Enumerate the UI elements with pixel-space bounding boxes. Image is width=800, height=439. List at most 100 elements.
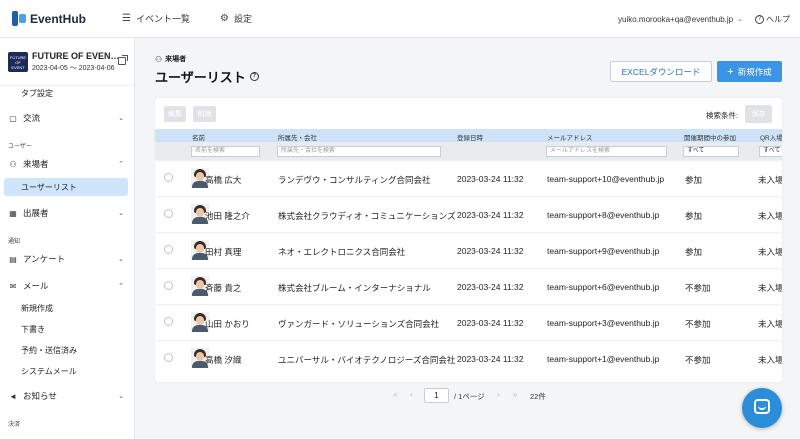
help-link[interactable]: ヘルプ (766, 14, 790, 25)
table-row[interactable]: 田村 真理 ネオ・エレクトロニクス合同会社 2023-03-24 11:32 team… (155, 232, 782, 268)
survey-icon: ▤ (9, 254, 17, 264)
sidebar-item-news[interactable]: ◄ お知らせ ⌄ (0, 387, 134, 405)
table-row[interactable]: 池田 隆之介 株式会社クラウディオ・コミュニケーションズ 2023-03-24 11… (155, 196, 782, 232)
table-row[interactable]: 高橋 広大 ランデヴウ・コンサルティング合同会社 2023-03-24 11:32 t… (155, 160, 782, 196)
sidebar-item-label: 下書き (21, 324, 45, 334)
table-row[interactable]: 山田 かおり ヴァンガード・ソリューションズ合同会社 2023-03-24 11:3… (155, 304, 782, 340)
list-icon: ☰ (122, 13, 131, 24)
last-page-button[interactable]: » (513, 390, 517, 399)
column-header-name[interactable]: 名前 (192, 132, 205, 142)
cell-qr: 未入場 (758, 283, 782, 293)
logo-text: EventHub (30, 11, 87, 26)
excel-download-button[interactable]: EXCELダウンロード (610, 61, 712, 82)
name-search-input[interactable]: 名前を検索 (191, 146, 260, 157)
sidebar-item-interaction[interactable]: ▢ 交流 ⌄ (0, 109, 134, 127)
sidebar: FUTURE OF EVENT FUTURE OF EVEN… 2023-04-… (0, 38, 135, 439)
cell-participation: 不参加 (685, 283, 711, 293)
help-icon: ? (755, 14, 764, 24)
first-page-button[interactable]: « (393, 390, 397, 399)
cell-email: team-support+8@eventhub.jp (547, 210, 660, 220)
sidebar-item-label: 出展者 (23, 208, 49, 218)
new-create-button[interactable]: + 新規作成 (717, 61, 782, 82)
user-table-card: 編集 削除 検索条件: 保存 名前 所属先・会社 登録日時 メールアドレス 開催… (155, 98, 782, 382)
event-thumbnail: FUTURE OF EVENT (8, 51, 28, 72)
row-select-radio[interactable] (164, 173, 173, 182)
sidebar-item-mail[interactable]: ✉ メール ⌃ (0, 277, 134, 295)
cell-qr: 未入場 (758, 355, 782, 365)
external-link-icon[interactable] (118, 55, 128, 65)
chevron-up-icon: ⌃ (118, 283, 124, 290)
company-search-input[interactable]: 所属先・会社を検索 (277, 146, 441, 157)
table-row[interactable]: 斉藤 貴之 株式会社ブルーム・インターナショナル 2023-03-24 11:32 t… (155, 268, 782, 304)
table-row[interactable]: 高橋 汐織 ユニバーサル・バイオテクノロジーズ合同会社 2023-03-24 11:… (155, 340, 782, 376)
sidebar-item-attendees[interactable]: ⚇ 来場者 ⌃ (0, 155, 134, 173)
sidebar-item-mail-scheduled[interactable]: 予約・送信済み (0, 341, 134, 359)
row-select-radio[interactable] (164, 317, 173, 326)
cell-email: team-support+1@eventhub.jp (547, 354, 660, 364)
page-number-input[interactable]: 1 (424, 388, 449, 403)
column-header-email[interactable]: メールアドレス (547, 132, 593, 142)
sidebar-item-exhibitors[interactable]: ▦ 出展者 ⌄ (0, 204, 134, 222)
cell-company: ヴァンガード・ソリューションズ合同会社 (278, 319, 440, 329)
cell-registered: 2023-03-24 11:32 (457, 354, 524, 364)
save-button[interactable]: 保存 (745, 105, 772, 123)
sidebar-item-survey[interactable]: ▤ アンケート ⌄ (0, 250, 134, 268)
cell-name: 高橋 広大 (205, 175, 242, 185)
building-icon: ▦ (9, 208, 17, 218)
column-header-participation[interactable]: 開催期間中の参加 (684, 132, 736, 142)
prev-page-button[interactable]: ‹ (410, 390, 413, 399)
delete-button[interactable]: 削除 (193, 106, 216, 122)
nav-event-list[interactable]: ☰ イベント一覧 (122, 12, 190, 25)
row-select-radio[interactable] (164, 353, 173, 362)
cell-name: 山田 かおり (205, 319, 250, 329)
mail-icon: ✉ (9, 281, 17, 291)
sidebar-group-notify: 通知 (8, 239, 21, 245)
cell-email: team-support+6@eventhub.jp (547, 282, 660, 292)
column-header-registered[interactable]: 登録日時 (457, 132, 483, 142)
help-icon[interactable]: ? (249, 72, 259, 81)
chat-support-button[interactable] (742, 388, 782, 428)
sidebar-item-label: 予約・送信済み (21, 345, 77, 355)
nav-settings[interactable]: ⚙ 設定 (220, 12, 252, 25)
sidebar-group-user: ユーザー (8, 144, 32, 150)
record-count: 22件 (530, 392, 546, 401)
cell-participation: 参加 (685, 247, 703, 257)
chat-icon: ▢ (9, 113, 17, 123)
cell-company: ランデヴウ・コンサルティング合同会社 (278, 175, 431, 185)
email-search-input[interactable]: メールアドレスを検索 (546, 146, 667, 157)
cell-registered: 2023-03-24 11:32 (457, 282, 524, 292)
sidebar-item-mail-new[interactable]: 新規作成 (0, 299, 134, 317)
cell-name: 池田 隆之介 (205, 211, 250, 221)
participation-filter-select[interactable]: すべて (683, 146, 739, 157)
cell-registered: 2023-03-24 11:32 (457, 318, 524, 328)
row-select-radio[interactable] (164, 209, 173, 218)
column-header-qr[interactable]: QR入場 (760, 132, 782, 142)
qr-filter-select[interactable]: すべて (759, 146, 782, 157)
next-page-button[interactable]: › (497, 390, 500, 399)
row-select-radio[interactable] (164, 281, 173, 290)
chevron-down-icon: ⌄ (118, 210, 124, 217)
sidebar-item-user-list[interactable]: ユーザーリスト (4, 178, 128, 196)
cell-qr: 未入場 (758, 211, 782, 221)
app-logo[interactable]: EventHub (12, 11, 122, 26)
sidebar-item-mail-system[interactable]: システムメール (0, 362, 134, 380)
cell-registered: 2023-03-24 11:32 (457, 210, 524, 220)
cell-email: team-support+10@eventhub.jp (547, 174, 665, 184)
cell-company: ユニバーサル・バイオテクノロジーズ合同会社 (278, 355, 456, 365)
chevron-down-icon: ⌄ (118, 256, 124, 263)
column-header-company[interactable]: 所属先・会社 (278, 132, 317, 142)
nav-settings-label: 設定 (233, 14, 252, 24)
event-card[interactable]: FUTURE OF EVENT FUTURE OF EVEN… 2023-04-… (0, 38, 134, 86)
event-dates: 2023-04-05 〜 2023-04-06 (32, 64, 115, 72)
edit-button[interactable]: 編集 (164, 106, 186, 122)
sidebar-item-label: 新規作成 (21, 303, 53, 313)
chevron-down-icon[interactable]: ⌄ (737, 15, 743, 23)
sidebar-item-tab-settings[interactable]: タブ設定 (0, 84, 134, 102)
user-menu[interactable]: yuiko.morooka+qa@eventhub.jp (618, 15, 733, 24)
breadcrumb-label: 来場者 (165, 56, 187, 63)
cell-company: 株式会社ブルーム・インターナショナル (278, 283, 431, 293)
sidebar-group-payment: 決済 (8, 422, 21, 428)
sidebar-item-mail-draft[interactable]: 下書き (0, 320, 134, 338)
row-select-radio[interactable] (164, 245, 173, 254)
cell-qr: 未入場 (758, 175, 782, 185)
